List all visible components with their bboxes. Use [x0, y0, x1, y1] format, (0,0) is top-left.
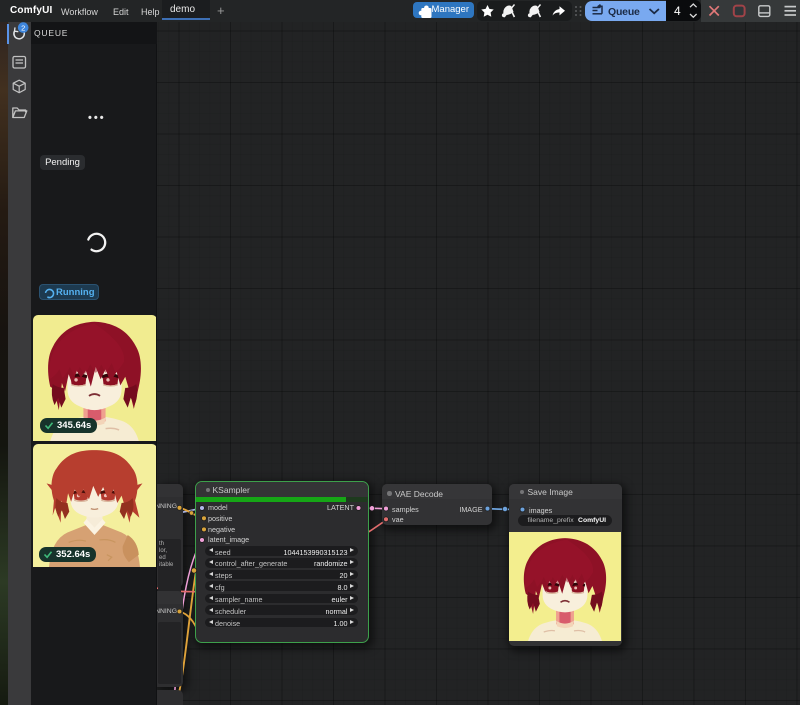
svg-text:2: 2	[21, 23, 25, 32]
